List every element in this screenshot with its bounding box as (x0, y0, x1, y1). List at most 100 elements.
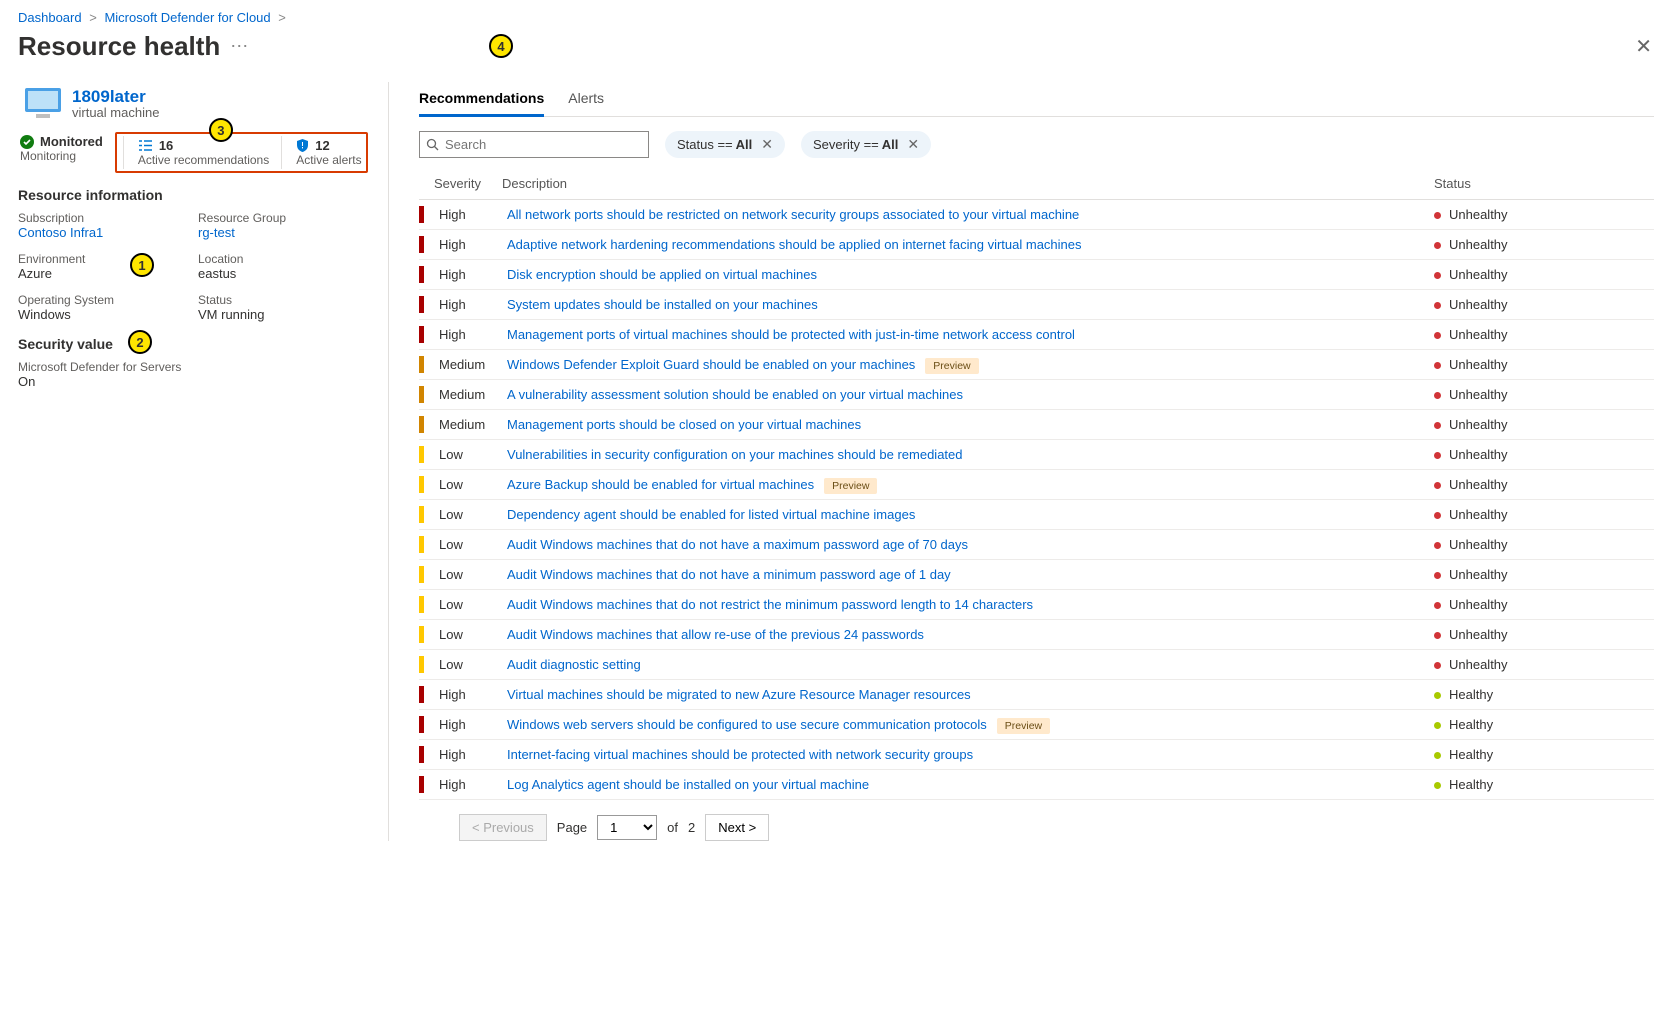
table-row[interactable]: HighWindows web servers should be config… (419, 710, 1654, 740)
recommendation-link[interactable]: Virtual machines should be migrated to n… (507, 687, 971, 702)
recommendation-link[interactable]: Adaptive network hardening recommendatio… (507, 237, 1082, 252)
table-row[interactable]: HighManagement ports of virtual machines… (419, 320, 1654, 350)
clear-severity-filter-icon[interactable]: ✕ (907, 136, 919, 153)
next-page-button[interactable]: Next > (705, 814, 769, 841)
close-icon[interactable]: ✕ (1635, 34, 1652, 59)
col-description[interactable]: Description (502, 176, 1434, 191)
more-actions-button[interactable]: ⋯ (230, 36, 248, 57)
breadcrumb-dashboard[interactable]: Dashboard (18, 10, 82, 25)
recommendation-link[interactable]: Windows Defender Exploit Guard should be… (507, 357, 915, 372)
status-dot-icon (1434, 572, 1441, 579)
preview-badge: Preview (925, 358, 978, 374)
of-label: of (667, 820, 678, 835)
severity-cell: High (429, 327, 507, 342)
status-cell: Healthy (1434, 777, 1654, 792)
description-cell: Azure Backup should be enabled for virtu… (507, 477, 1434, 492)
severity-bar (419, 596, 424, 613)
status-cell: Unhealthy (1434, 237, 1654, 252)
severity-bar (419, 746, 424, 763)
resource-name[interactable]: 1809later (72, 87, 159, 107)
status-cell: Unhealthy (1434, 657, 1654, 672)
recommendation-link[interactable]: Management ports should be closed on you… (507, 417, 861, 432)
recommendation-link[interactable]: Audit Windows machines that allow re-use… (507, 627, 924, 642)
description-cell: Internet-facing virtual machines should … (507, 747, 1434, 762)
search-input[interactable] (443, 136, 642, 153)
table-row[interactable]: HighSystem updates should be installed o… (419, 290, 1654, 320)
recommendation-link[interactable]: Windows web servers should be configured… (507, 717, 987, 732)
recommendation-link[interactable]: Internet-facing virtual machines should … (507, 747, 973, 762)
table-row[interactable]: LowAudit diagnostic settingUnhealthy (419, 650, 1654, 680)
filter-chip-severity[interactable]: Severity == All ✕ (801, 131, 931, 158)
table-row[interactable]: LowAudit Windows machines that do not re… (419, 590, 1654, 620)
table-row[interactable]: LowAudit Windows machines that do not ha… (419, 560, 1654, 590)
resource-group-link[interactable]: rg-test (198, 225, 235, 240)
clear-status-filter-icon[interactable]: ✕ (761, 136, 773, 153)
table-row[interactable]: MediumWindows Defender Exploit Guard sho… (419, 350, 1654, 380)
prev-page-button[interactable]: < Previous (459, 814, 547, 841)
recommendation-link[interactable]: Azure Backup should be enabled for virtu… (507, 477, 814, 492)
recommendation-link[interactable]: System updates should be installed on yo… (507, 297, 818, 312)
description-cell: Audit diagnostic setting (507, 657, 1434, 672)
annotation-1: 1 (130, 253, 154, 277)
table-row[interactable]: MediumManagement ports should be closed … (419, 410, 1654, 440)
severity-bar (419, 326, 424, 343)
table-row[interactable]: HighAll network ports should be restrict… (419, 200, 1654, 230)
recommendation-link[interactable]: Audit Windows machines that do not have … (507, 537, 968, 552)
severity-cell: High (429, 717, 507, 732)
severity-cell: Medium (429, 387, 507, 402)
status-cell: Unhealthy (1434, 267, 1654, 282)
recommendation-link[interactable]: All network ports should be restricted o… (507, 207, 1079, 222)
col-status[interactable]: Status (1434, 176, 1654, 191)
table-row[interactable]: HighInternet-facing virtual machines sho… (419, 740, 1654, 770)
table-row[interactable]: LowDependency agent should be enabled fo… (419, 500, 1654, 530)
severity-cell: High (429, 777, 507, 792)
table-row[interactable]: HighAdaptive network hardening recommend… (419, 230, 1654, 260)
recommendation-link[interactable]: A vulnerability assessment solution shou… (507, 387, 963, 402)
severity-bar (419, 236, 424, 253)
severity-cell: Low (429, 627, 507, 642)
recommendation-link[interactable]: Management ports of virtual machines sho… (507, 327, 1075, 342)
recommendation-link[interactable]: Log Analytics agent should be installed … (507, 777, 869, 792)
resource-type: virtual machine (72, 105, 159, 120)
tab-alerts[interactable]: Alerts (568, 82, 604, 116)
page-select[interactable]: 1 (597, 815, 657, 840)
recommendation-link[interactable]: Disk encryption should be applied on vir… (507, 267, 817, 282)
subscription-link[interactable]: Contoso Infra1 (18, 225, 103, 240)
status-dot-icon (1434, 752, 1441, 759)
recommendation-link[interactable]: Dependency agent should be enabled for l… (507, 507, 915, 522)
search-icon (426, 138, 439, 151)
status-dot-icon (1434, 302, 1441, 309)
filter-chip-status[interactable]: Status == All ✕ (665, 131, 785, 158)
description-cell: Adaptive network hardening recommendatio… (507, 237, 1434, 252)
table-row[interactable]: HighVirtual machines should be migrated … (419, 680, 1654, 710)
recommendation-link[interactable]: Audit Windows machines that do not have … (507, 567, 951, 582)
table-row[interactable]: LowVulnerabilities in security configura… (419, 440, 1654, 470)
status-cell: Healthy (1434, 717, 1654, 732)
description-cell: A vulnerability assessment solution shou… (507, 387, 1434, 402)
breadcrumb-defender[interactable]: Microsoft Defender for Cloud (104, 10, 270, 25)
severity-bar (419, 656, 424, 673)
description-cell: Dependency agent should be enabled for l… (507, 507, 1434, 522)
recommendation-link[interactable]: Audit Windows machines that do not restr… (507, 597, 1033, 612)
search-box[interactable] (419, 131, 649, 158)
description-cell: System updates should be installed on yo… (507, 297, 1434, 312)
table-row[interactable]: HighDisk encryption should be applied on… (419, 260, 1654, 290)
table-header: Severity Description Status (419, 172, 1654, 200)
status-dot-icon (1434, 632, 1441, 639)
annotation-2: 2 (128, 330, 152, 354)
severity-bar (419, 626, 424, 643)
table-row[interactable]: LowAzure Backup should be enabled for vi… (419, 470, 1654, 500)
recommendation-link[interactable]: Audit diagnostic setting (507, 657, 641, 672)
tab-recommendations[interactable]: Recommendations (419, 82, 544, 117)
table-row[interactable]: HighLog Analytics agent should be instal… (419, 770, 1654, 800)
col-severity[interactable]: Severity (424, 176, 502, 191)
table-row[interactable]: MediumA vulnerability assessment solutio… (419, 380, 1654, 410)
status-dot-icon (1434, 332, 1441, 339)
breadcrumb: Dashboard > Microsoft Defender for Cloud… (18, 10, 1654, 25)
table-row[interactable]: LowAudit Windows machines that do not ha… (419, 530, 1654, 560)
description-cell: Log Analytics agent should be installed … (507, 777, 1434, 792)
recommendation-link[interactable]: Vulnerabilities in security configuratio… (507, 447, 963, 462)
status-cell: Unhealthy (1434, 447, 1654, 462)
status-cell: Unhealthy (1434, 507, 1654, 522)
table-row[interactable]: LowAudit Windows machines that allow re-… (419, 620, 1654, 650)
